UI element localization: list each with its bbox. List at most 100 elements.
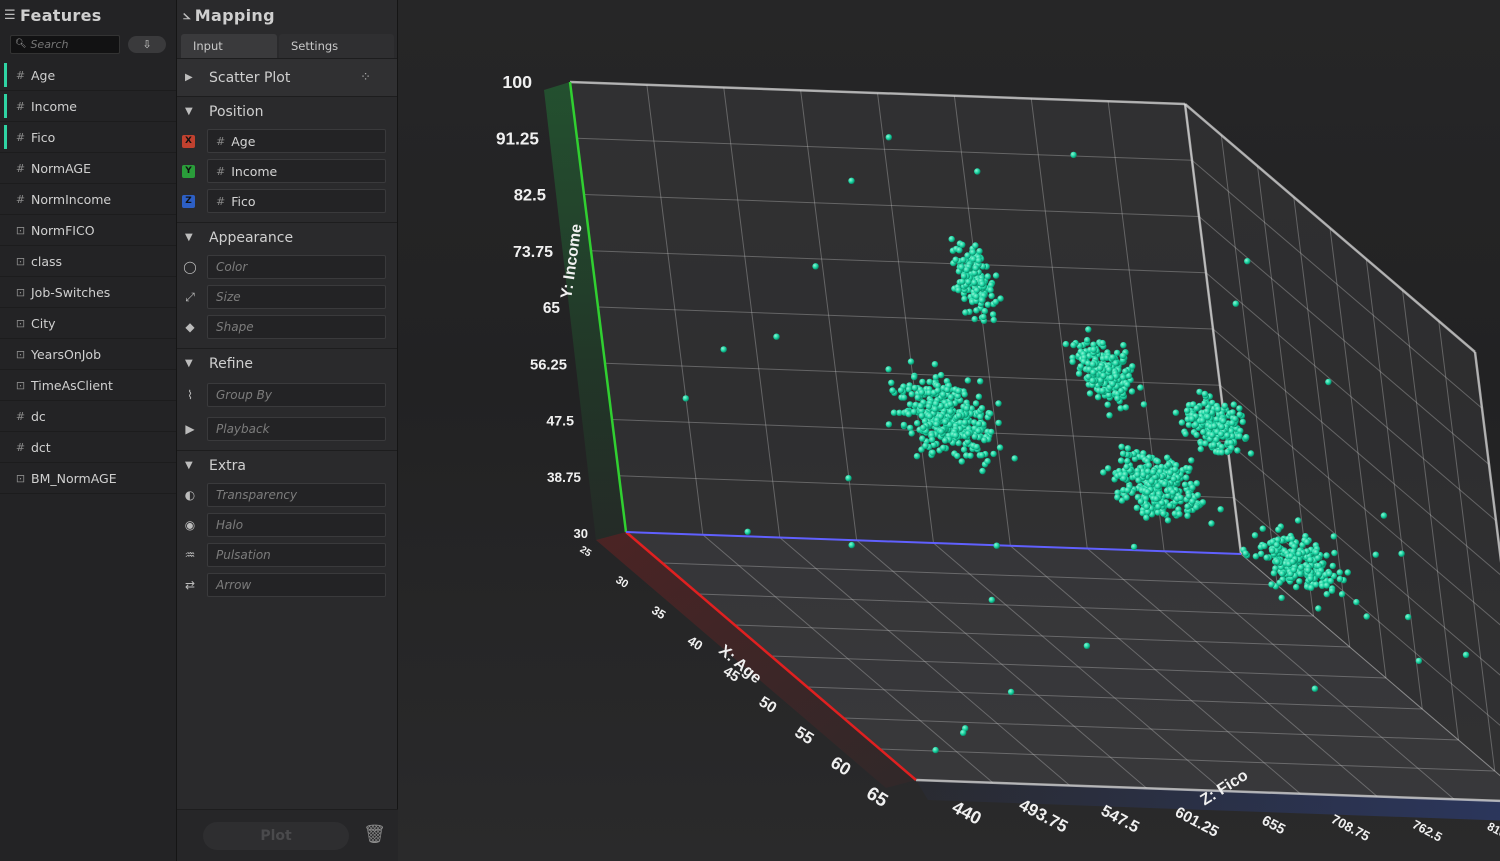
data-point [1202,440,1209,447]
data-point [1251,532,1259,539]
feature-label: BM_NormAGE [31,470,117,486]
tag-icon: ⊡ [15,254,26,268]
data-point [1199,417,1206,424]
tab-settings[interactable]: Settings [279,34,394,58]
feature-item[interactable]: ⊡ BM_NormAGE [0,463,176,494]
data-point [1234,447,1241,454]
data-point [952,432,959,439]
y-axis-field[interactable]: # Income [207,159,386,183]
data-point [920,424,927,431]
data-point [993,542,1000,549]
feature-item[interactable]: ⊡ TimeAsClient [0,370,176,401]
data-point [963,266,970,274]
appearance-section-header[interactable]: ▼ Appearance [177,222,397,252]
data-point [1119,352,1127,359]
data-point [1228,444,1235,452]
data-point [812,263,819,270]
data-point [974,168,981,175]
feature-item[interactable]: ⊡ NormFICO [0,215,176,246]
data-point [955,387,962,395]
pulse-icon: ♒ [184,548,196,562]
data-point [987,410,994,417]
plot-viewport[interactable]: 30 38.75 47.5 56.25 65 73.75 82.5 91.25 100 25 30 3… [398,0,1500,861]
extra-section-header[interactable]: ▼ Extra [177,450,397,480]
feature-item[interactable]: ⊡ City [0,308,176,339]
data-point [969,249,977,256]
search-box[interactable]: 🔍︎ [10,34,120,54]
data-point [890,409,898,416]
feature-item[interactable]: # Age [0,60,176,91]
group-by-field[interactable]: Group By [207,383,386,407]
data-point [900,394,908,401]
shape-field[interactable]: Shape [207,315,386,339]
data-point [1275,526,1282,533]
data-point [1189,498,1196,505]
data-point [918,389,925,396]
data-point [978,452,985,459]
data-point [978,297,986,304]
data-point [1220,417,1227,425]
data-point [1242,550,1249,557]
data-point [975,393,983,400]
data-point [1120,342,1127,349]
data-point [1170,476,1177,483]
arrow-field[interactable]: Arrow [207,573,386,597]
data-point [1296,578,1303,585]
chart-type-selector[interactable]: ▶ Scatter Plot ⁘ [177,58,397,96]
feature-item[interactable]: # Fico [0,122,176,153]
shape-row: ◆ Shape [177,312,397,342]
playback-field[interactable]: Playback [207,417,386,441]
data-point [1315,571,1323,578]
feature-item[interactable]: ⊡ YearsOnJob [0,339,176,370]
data-point [1172,409,1180,416]
data-point [1145,462,1153,469]
scatter-3d-chart[interactable]: 30 38.75 47.5 56.25 65 73.75 82.5 91.25 100 25 30 3… [398,0,1500,861]
data-point [1106,412,1113,419]
feature-item[interactable]: ⊡ class [0,246,176,277]
data-point [1150,469,1157,476]
z-axis-field-value: Fico [231,193,256,209]
data-point [848,177,855,184]
data-point [984,301,992,308]
position-section-header[interactable]: ▼ Position [177,96,397,126]
data-point [906,401,914,408]
feature-item[interactable]: # dc [0,401,176,432]
z-axis-field[interactable]: # Fico [207,189,386,213]
x-axis-field[interactable]: # Age [207,129,386,153]
refine-section-header[interactable]: ▼ Refine [177,348,397,378]
y-tick-label: 82.5 [514,186,546,205]
feature-item[interactable]: ⊡ Job-Switches [0,277,176,308]
feature-item[interactable]: # Income [0,91,176,122]
scatter-plot-icon: ⁘ [360,70,371,85]
data-point [1164,517,1172,524]
data-point [1278,594,1285,602]
search-input[interactable] [30,37,111,51]
plot-button[interactable]: Plot [203,822,349,850]
tag-icon: ⊡ [15,347,26,361]
halo-field[interactable]: Halo [207,513,386,537]
data-point [918,412,925,420]
sort-button[interactable]: ⇩ [128,35,166,53]
feature-item[interactable]: # NormIncome [0,184,176,215]
data-point [1109,354,1116,361]
feature-item[interactable]: # NormAGE [0,153,176,184]
data-point [682,395,689,402]
tab-input[interactable]: Input [181,34,277,58]
search-icon: 🔍︎ [15,39,27,49]
trash-icon[interactable]: 🗑︎ [363,824,386,845]
data-point [962,309,969,316]
color-field[interactable]: Color [207,255,386,279]
data-point [1289,558,1297,565]
transparency-field[interactable]: Transparency [207,483,386,507]
data-point [1114,395,1121,402]
data-point [1237,427,1244,434]
mapping-tabs: Input Settings [177,34,397,58]
data-point [919,435,926,442]
feature-label: NormIncome [31,191,112,207]
data-point [1124,381,1131,388]
data-point [934,387,941,394]
feature-item[interactable]: # dct [0,432,176,463]
pulsation-field[interactable]: Pulsation [207,543,386,567]
size-field[interactable]: Size [207,285,386,309]
data-point [907,424,914,432]
